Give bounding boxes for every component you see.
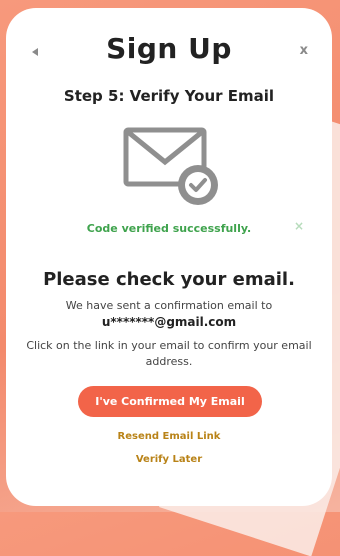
page-title: Sign Up [106, 32, 232, 65]
confirmed-email-button[interactable]: I've Confirmed My Email [78, 386, 262, 417]
masked-email: u*******@gmail.com [101, 315, 237, 329]
signup-dialog: Sign Up x Step 5: Verify Your Email Code… [6, 8, 332, 506]
close-icon[interactable]: x [300, 43, 308, 58]
dismiss-icon[interactable]: × [294, 219, 304, 233]
success-message: Code verified successfully. [86, 222, 252, 235]
step-title: Step 5: Verify Your Email [63, 87, 275, 105]
check-email-heading: Please check your email. [43, 269, 295, 290]
resend-email-link[interactable]: Resend Email Link [6, 431, 332, 442]
envelope-check-icon [123, 127, 218, 205]
verify-later-link[interactable]: Verify Later [6, 454, 332, 465]
confirm-instructions: Click on the link in your email to confi… [26, 339, 312, 368]
sent-message: We have sent a confirmation email to [65, 299, 273, 312]
